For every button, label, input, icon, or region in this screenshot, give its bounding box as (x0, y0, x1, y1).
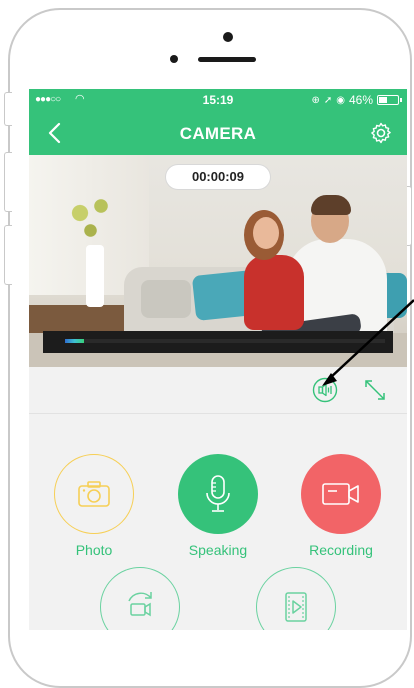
nav-bar: CAMERA (29, 111, 407, 155)
speaking-button[interactable]: Speaking (178, 454, 258, 558)
location-icon: ➚ (323, 94, 333, 106)
alarm-icon: ⊕ (311, 94, 320, 106)
status-bar: ●●●○○ ◠ 15:19 ⊕ ➚ ◉ 46% (29, 89, 407, 111)
recording-label: Recording (309, 542, 373, 558)
stream-progress-bar (43, 331, 393, 353)
do-not-disturb-icon: ◉ (336, 94, 345, 106)
camera-feed[interactable]: 00:00:09 (29, 155, 407, 367)
battery-percent: 46% (348, 93, 373, 107)
gear-icon[interactable] (369, 121, 393, 145)
video-camera-icon (322, 483, 359, 505)
photo-label: Photo (75, 542, 113, 558)
front-sensor (170, 55, 178, 63)
recording-button[interactable]: Recording (301, 454, 381, 558)
app-screen: ●●●○○ ◠ 15:19 ⊕ ➚ ◉ 46% CAMERA 00:00:09 … (29, 89, 407, 630)
expand-icon[interactable] (362, 377, 388, 403)
speaking-label: Speaking (188, 542, 248, 558)
page-title: CAMERA (179, 124, 257, 143)
video-playback-icon (285, 592, 307, 622)
recording-timer: 00:00:09 (166, 165, 270, 189)
video-controls (29, 367, 407, 414)
rotate-camera-button[interactable] (100, 567, 180, 630)
microphone-icon (206, 475, 230, 512)
camera-icon (78, 481, 110, 507)
speaker-icon[interactable] (312, 377, 338, 403)
stream-progress-fill (65, 339, 85, 343)
rotate-camera-icon (128, 592, 152, 617)
battery-icon (377, 95, 402, 105)
front-camera (223, 32, 233, 42)
action-panel: Photo Speaking Recording (29, 414, 407, 630)
volume-up-button (4, 152, 12, 212)
earpiece-speaker (198, 57, 256, 62)
photo-button[interactable]: Photo (54, 454, 134, 558)
mute-switch (4, 92, 12, 126)
volume-down-button (4, 225, 12, 285)
video-playback-button[interactable] (256, 567, 336, 630)
